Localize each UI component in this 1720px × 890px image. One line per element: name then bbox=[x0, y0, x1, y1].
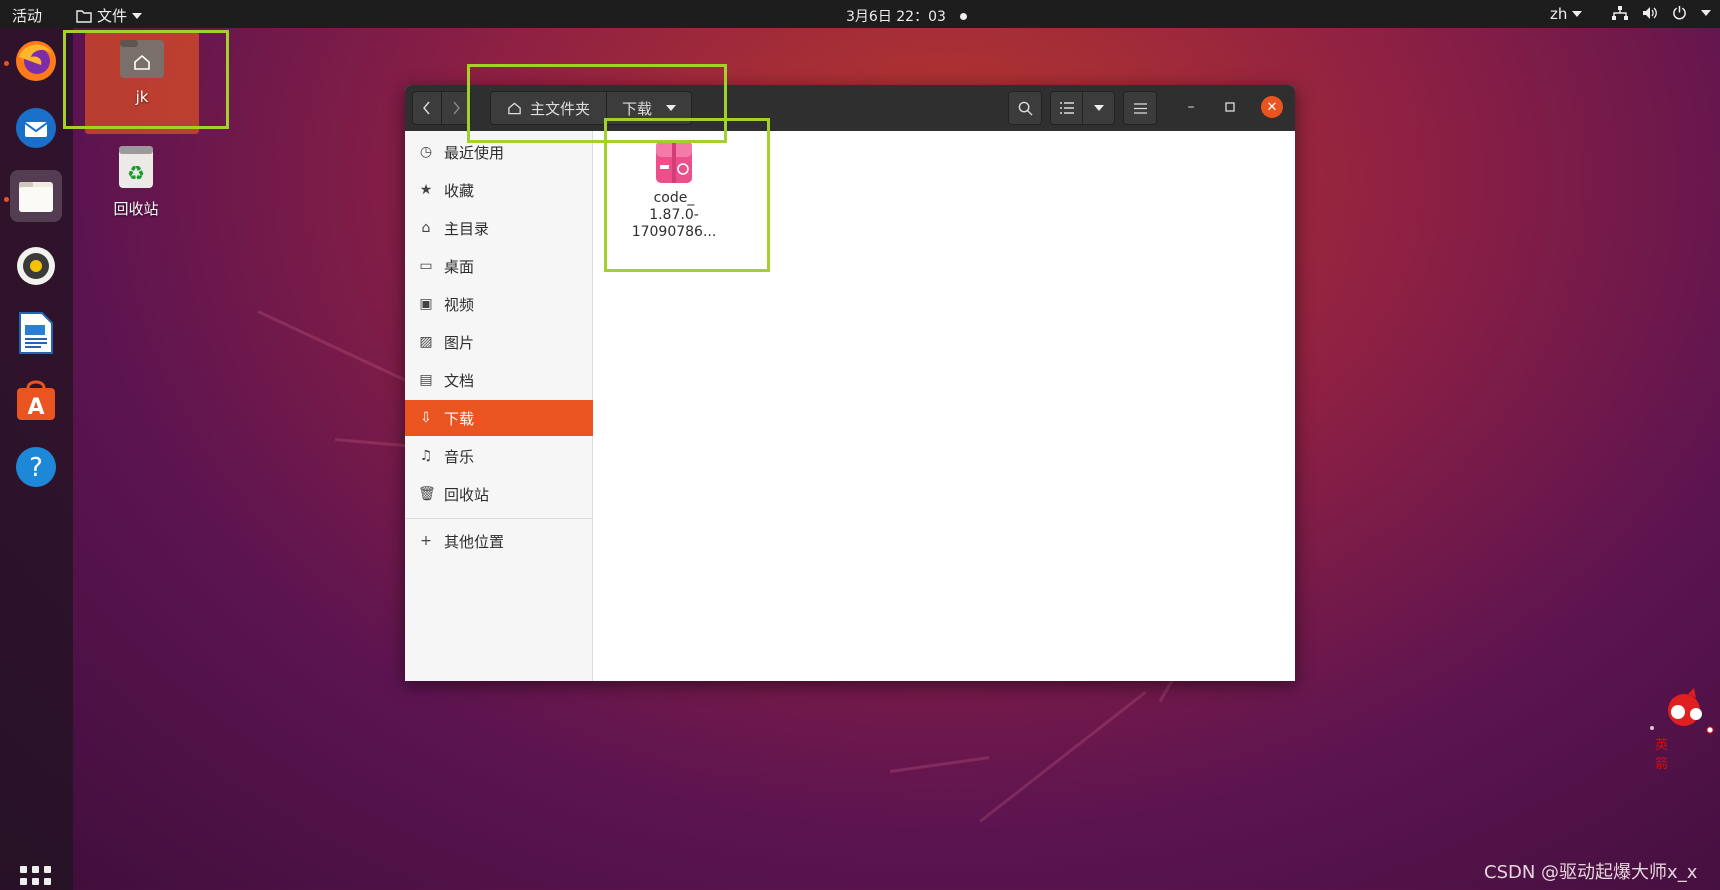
power-icon bbox=[1673, 5, 1686, 20]
image-icon: ▨ bbox=[419, 334, 433, 350]
hamburger-icon bbox=[1133, 102, 1147, 114]
sidebar-item-music[interactable]: ♫ 音乐 bbox=[405, 438, 593, 474]
app-menu[interactable]: 文件 bbox=[76, 5, 143, 26]
highlight-box bbox=[63, 30, 229, 129]
list-view-icon bbox=[1059, 102, 1074, 114]
volume-icon bbox=[1643, 6, 1657, 19]
network-icon bbox=[1612, 5, 1628, 20]
desktop-trash-label: 回收站 bbox=[113, 200, 159, 218]
sidebar: ◷ 最近使用 ★ 收藏 ⌂ 主目录 ▭ 桌面 ▣ 视频 ▨ 图片 ▤ 文档 ⇩ 下载 ♫ 音乐 🗑… bbox=[405, 131, 593, 681]
libreoffice-writer-icon[interactable] bbox=[10, 307, 62, 359]
sidebar-item-label: 桌面 bbox=[444, 257, 475, 276]
files-icon[interactable] bbox=[10, 170, 62, 222]
music-icon: ♫ bbox=[419, 448, 433, 464]
clock-icon: ◷ bbox=[419, 144, 433, 160]
sidebar-divider bbox=[405, 518, 593, 519]
sidebar-item-label: 视频 bbox=[444, 295, 475, 314]
close-icon: ✕ bbox=[1266, 99, 1278, 115]
folder-icon bbox=[76, 9, 92, 23]
svg-text:?: ? bbox=[29, 453, 43, 483]
star-icon: ★ bbox=[419, 182, 433, 198]
sidebar-item-desktop[interactable]: ▭ 桌面 bbox=[405, 248, 593, 284]
sidebar-item-label: 音乐 bbox=[444, 447, 475, 466]
clock-text: 3月6日 22：03 bbox=[846, 9, 946, 25]
notification-dot-icon bbox=[959, 12, 967, 20]
maximize-button[interactable] bbox=[1219, 96, 1241, 118]
document-icon: ▤ bbox=[419, 372, 433, 388]
trash-icon: 🗑 bbox=[418, 486, 436, 502]
help-icon[interactable]: ? bbox=[10, 441, 62, 493]
video-icon: ▣ bbox=[419, 296, 433, 312]
show-applications-icon[interactable] bbox=[20, 866, 51, 890]
file-manager-window: 主文件夹 下载 – ✕ ◷ 最近使用 ★ 收藏 ⌂ 主目录 ▭ 桌面 ▣ 视频 ▨ 图片 ▤… bbox=[405, 85, 1295, 681]
clock[interactable]: 3月6日 22：03 bbox=[846, 6, 967, 26]
back-button[interactable] bbox=[412, 91, 442, 125]
rhythmbox-icon[interactable] bbox=[10, 240, 62, 292]
thunderbird-icon[interactable] bbox=[10, 101, 62, 153]
maximize-icon bbox=[1225, 102, 1235, 112]
plus-icon: + bbox=[420, 533, 432, 549]
minimize-button[interactable]: – bbox=[1180, 96, 1202, 118]
sidebar-item-label: 其他位置 bbox=[444, 532, 505, 551]
chevron-left-icon bbox=[423, 101, 430, 115]
language-label: zh bbox=[1550, 5, 1568, 23]
mascot-icon bbox=[1650, 688, 1714, 734]
svg-text:♻: ♻ bbox=[127, 161, 145, 185]
highlight-box bbox=[604, 118, 770, 272]
dock: A ? bbox=[0, 28, 73, 890]
sidebar-item-downloads[interactable]: ⇩ 下载 bbox=[405, 400, 593, 436]
chevron-down-icon bbox=[1093, 105, 1104, 111]
desktop-trash[interactable]: ♻ 回收站 bbox=[98, 144, 174, 219]
sidebar-item-label: 文档 bbox=[444, 371, 475, 390]
language-selector[interactable]: zh bbox=[1550, 5, 1583, 23]
home-icon: ⌂ bbox=[421, 220, 431, 236]
sidebar-item-trash[interactable]: 🗑 回收站 bbox=[405, 476, 593, 512]
sidebar-item-label: 主目录 bbox=[444, 219, 490, 238]
view-options-button[interactable] bbox=[1082, 91, 1115, 125]
running-indicator bbox=[4, 61, 9, 66]
sidebar-item-label: 回收站 bbox=[444, 485, 490, 504]
activities-button[interactable]: 活动 bbox=[12, 5, 42, 26]
mascot-label: 英 箭 bbox=[1655, 738, 1681, 772]
sidebar-item-label: 下载 bbox=[444, 409, 475, 428]
view-mode-button[interactable] bbox=[1050, 91, 1083, 125]
system-menu[interactable] bbox=[1612, 5, 1711, 20]
wallpaper-line bbox=[889, 756, 990, 773]
minimize-icon: – bbox=[1187, 99, 1195, 115]
desktop-icon: ▭ bbox=[419, 258, 433, 274]
app-menu-label: 文件 bbox=[97, 7, 128, 25]
sidebar-item-label: 最近使用 bbox=[444, 143, 505, 162]
chevron-down-icon bbox=[132, 12, 143, 19]
menu-button[interactable] bbox=[1123, 91, 1157, 125]
search-button[interactable] bbox=[1008, 91, 1042, 125]
firefox-icon[interactable] bbox=[10, 34, 62, 86]
watermark: CSDN @驱动起爆大师x_x bbox=[1484, 862, 1698, 883]
sidebar-item-starred[interactable]: ★ 收藏 bbox=[405, 172, 593, 208]
wallpaper-line bbox=[979, 691, 1147, 823]
sidebar-item-label: 收藏 bbox=[444, 181, 475, 200]
download-icon: ⇩ bbox=[420, 410, 432, 426]
sidebar-item-pictures[interactable]: ▨ 图片 bbox=[405, 324, 593, 360]
chevron-right-icon bbox=[453, 101, 460, 115]
ubuntu-software-icon[interactable]: A bbox=[10, 374, 62, 426]
trash-can-icon: ♻ bbox=[119, 146, 153, 188]
sidebar-item-other-locations[interactable]: + 其他位置 bbox=[405, 523, 593, 559]
svg-text:A: A bbox=[27, 395, 44, 420]
sidebar-item-home[interactable]: ⌂ 主目录 bbox=[405, 210, 593, 246]
search-icon bbox=[1018, 101, 1033, 116]
sidebar-item-documents[interactable]: ▤ 文档 bbox=[405, 362, 593, 398]
sidebar-item-videos[interactable]: ▣ 视频 bbox=[405, 286, 593, 322]
running-indicator bbox=[4, 197, 9, 202]
top-bar: 活动 文件 3月6日 22：03 zh bbox=[0, 0, 1720, 28]
chevron-down-icon bbox=[1701, 9, 1711, 16]
chevron-down-icon bbox=[1572, 11, 1583, 17]
sidebar-item-label: 图片 bbox=[444, 333, 475, 352]
close-button[interactable]: ✕ bbox=[1261, 96, 1283, 118]
